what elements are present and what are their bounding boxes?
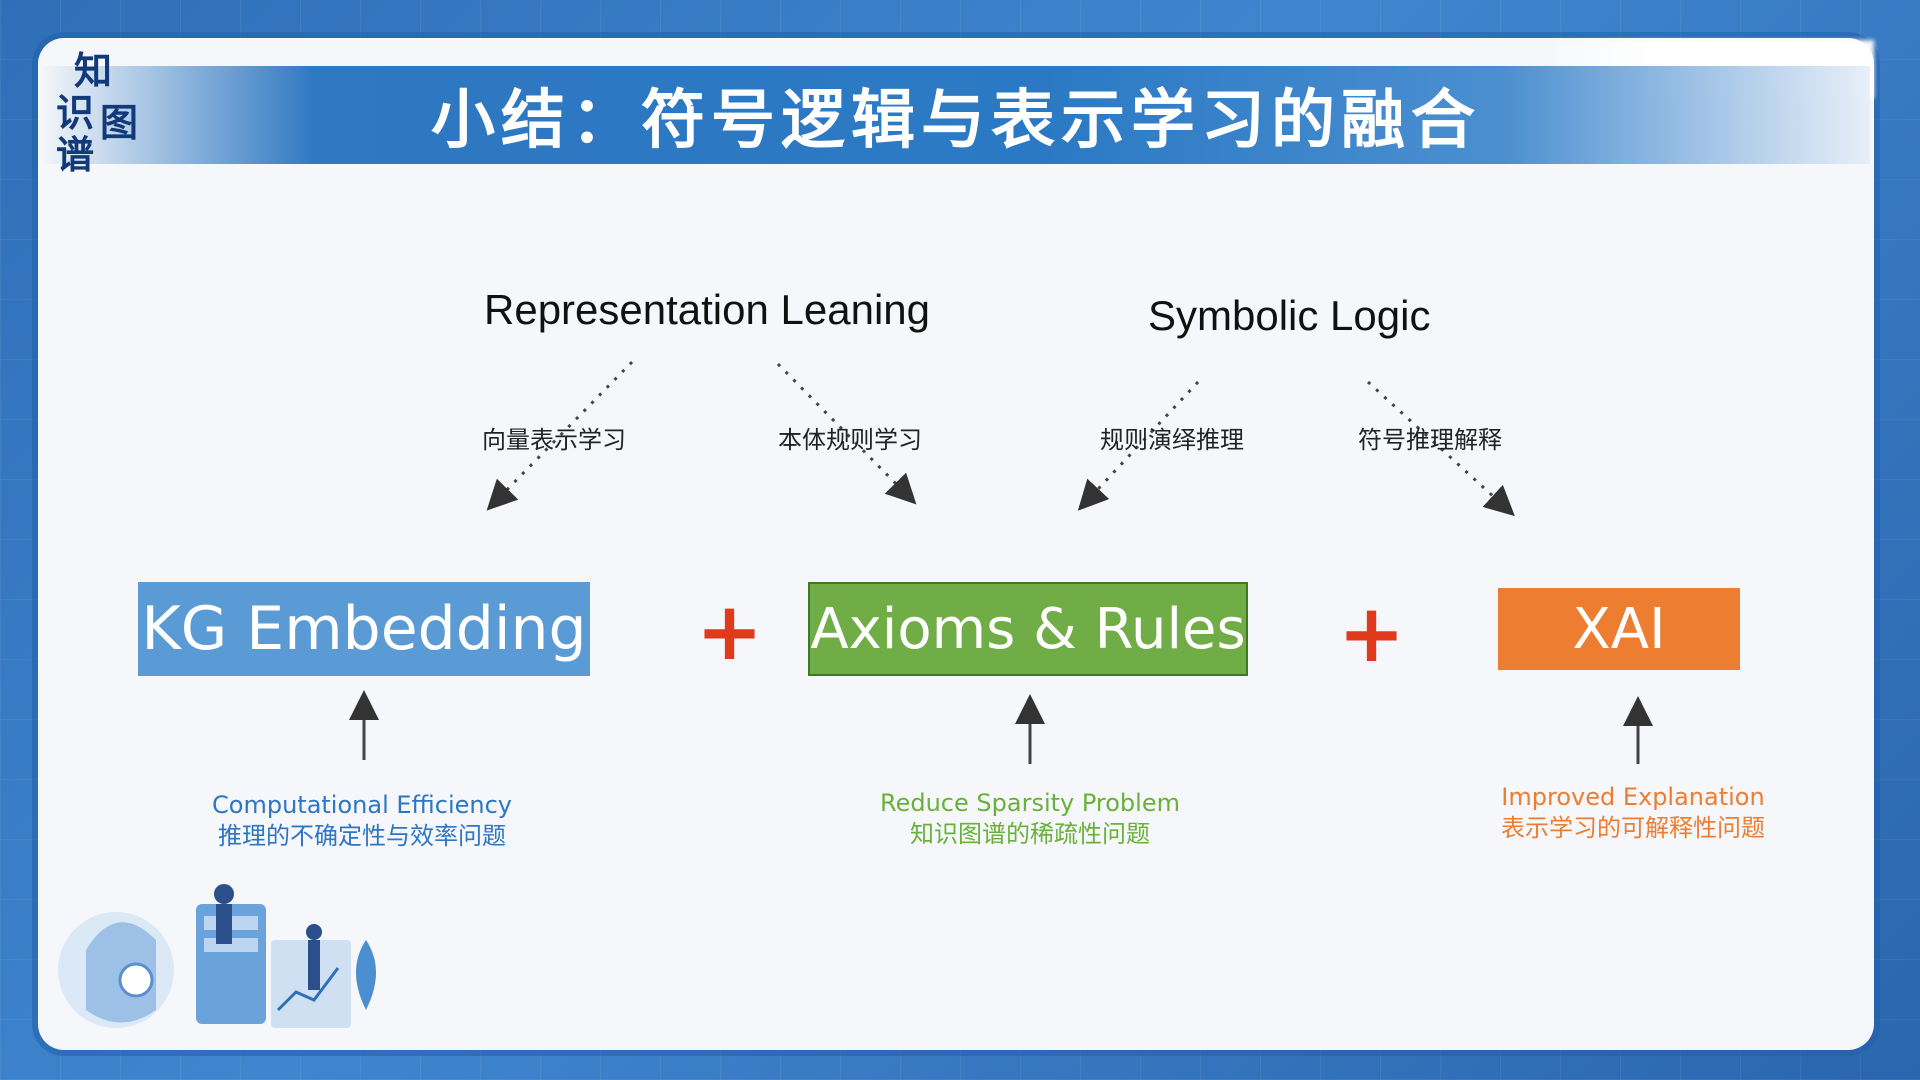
note-kg: Computational Efficiency 推理的不确定性与效率问题	[162, 790, 562, 852]
plus-sign-2: +	[1338, 587, 1406, 680]
note-xai-zh: 表示学习的可解释性问题	[1501, 814, 1765, 842]
edge-label-vector-repr: 向量表示学习	[482, 426, 626, 454]
note-xai: Improved Explanation 表示学习的可解释性问题	[1448, 782, 1818, 844]
note-kg-zh: 推理的不确定性与效率问题	[218, 822, 506, 850]
logo-char-shi: 识	[56, 91, 95, 135]
edge-label-symbolic-explanation: 符号推理解释	[1358, 426, 1502, 454]
note-axioms-zh: 知识图谱的稀疏性问题	[910, 820, 1150, 848]
box-xai: XAI	[1498, 588, 1740, 670]
ai-robot-illustration	[58, 884, 376, 1028]
logo-char-pu: 谱	[56, 133, 95, 177]
slide-title: 小结：符号逻辑与表示学习的融合	[431, 84, 1481, 158]
note-axioms: Reduce Sparsity Problem 知识图谱的稀疏性问题	[830, 788, 1230, 850]
note-xai-en: Improved Explanation	[1501, 783, 1765, 811]
logo-char-zhi: 知	[74, 49, 113, 93]
plus-sign-1: +	[696, 585, 764, 678]
edge-label-rule-deduction: 规则演绎推理	[1100, 426, 1244, 454]
box-axioms-rules: Axioms & Rules	[808, 582, 1248, 676]
logo-char-tu: 图	[100, 101, 139, 145]
node-representation-learning: Representation Leaning	[484, 286, 931, 333]
box-kg-embedding: KG Embedding	[138, 582, 590, 676]
kg-logo: 知 识 图 谱	[52, 48, 148, 177]
note-kg-en: Computational Efficiency	[212, 791, 512, 819]
edge-label-ontology-rules: 本体规则学习	[778, 426, 922, 454]
node-symbolic-logic: Symbolic Logic	[1148, 292, 1431, 339]
note-axioms-en: Reduce Sparsity Problem	[880, 789, 1180, 817]
